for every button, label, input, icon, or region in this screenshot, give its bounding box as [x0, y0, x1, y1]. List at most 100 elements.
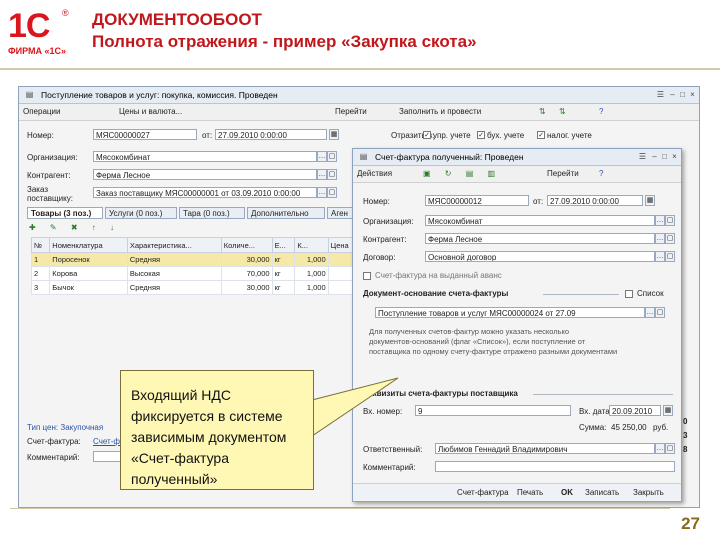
column-header[interactable]: Номенклатура: [49, 237, 128, 253]
tab-goods[interactable]: Товары (3 поз.): [27, 207, 103, 219]
table-cell: кг: [271, 252, 296, 267]
column-header[interactable]: Количе...: [220, 237, 273, 253]
menu-icon[interactable]: ☰: [638, 152, 647, 161]
tax-accounting-checkbox[interactable]: ✓: [537, 131, 545, 139]
open-button[interactable]: ▢: [665, 443, 675, 454]
organization-field[interactable]: Мясокомбинат: [425, 215, 655, 226]
operations-menu[interactable]: Операции: [23, 107, 60, 116]
open-button[interactable]: ▢: [665, 215, 675, 226]
incoming-date-label: Вх. дата:: [579, 407, 612, 416]
open-button[interactable]: ▢: [327, 169, 337, 180]
responsible-field[interactable]: Любимов Геннадий Владимирович: [435, 443, 655, 454]
tax-accounting-label: налог. учете: [547, 131, 592, 140]
list-checkbox[interactable]: [625, 290, 633, 298]
close-icon[interactable]: ×: [688, 90, 697, 99]
values-column: 8: [683, 445, 688, 454]
open-button[interactable]: ▢: [327, 151, 337, 162]
organization-label: Организация:: [27, 153, 78, 162]
date-label: от:: [533, 197, 544, 206]
maximize-icon[interactable]: □: [678, 90, 687, 99]
contract-field[interactable]: Основной договор: [425, 251, 655, 262]
minimize-icon[interactable]: –: [650, 152, 659, 161]
logo-firma: ФИРМА «1С»: [8, 46, 67, 56]
minimize-icon[interactable]: –: [668, 90, 677, 99]
column-header[interactable]: №: [30, 237, 51, 253]
supplier-order-field[interactable]: Заказ поставщику МЯС00000001 от 03.09.20…: [93, 187, 317, 198]
table-cell: 30,000: [220, 280, 273, 295]
goods-table: № Номенклатура Характеристика... Количе.…: [30, 237, 362, 295]
toolbar-icons[interactable]: ▣ ↻ ▤ ▥: [423, 169, 501, 178]
select-button[interactable]: …: [655, 251, 665, 262]
select-button[interactable]: …: [317, 151, 327, 162]
goto-menu[interactable]: Перейти: [547, 169, 579, 178]
prices-button[interactable]: Цены и валюта...: [119, 107, 182, 116]
open-button[interactable]: ▢: [327, 187, 337, 198]
number-field[interactable]: МЯС00000027: [93, 129, 197, 140]
page-number: 27: [681, 514, 700, 533]
dt-kt-icon[interactable]: ⇅: [539, 107, 546, 116]
open-button[interactable]: ▢: [665, 233, 675, 244]
tab-additional[interactable]: Дополнительно: [247, 207, 325, 219]
section-divider: [533, 394, 673, 395]
select-button[interactable]: …: [655, 443, 665, 454]
column-header[interactable]: Е...: [271, 237, 296, 253]
supplier-order-label: Заказ поставщику:: [27, 185, 73, 203]
calendar-icon[interactable]: ▦: [645, 195, 655, 206]
column-header[interactable]: К...: [294, 237, 329, 253]
menu-icon[interactable]: ☰: [656, 90, 665, 99]
incoming-number-field[interactable]: 9: [415, 405, 571, 416]
tab-containers[interactable]: Тара (0 поз.): [179, 207, 245, 219]
select-button[interactable]: …: [655, 215, 665, 226]
table-cell: 30,000: [220, 252, 273, 267]
column-header[interactable]: Характеристика...: [126, 237, 222, 253]
tab-services[interactable]: Услуги (0 поз.): [105, 207, 177, 219]
window-title: Счет-фактура полученный: Проведен: [375, 152, 524, 162]
help-icon[interactable]: ?: [599, 107, 603, 116]
calendar-icon[interactable]: ▦: [663, 405, 673, 416]
date-field[interactable]: 27.09.2010 0:00:00: [547, 195, 643, 206]
table-row[interactable]: 3 Бычок Средняя 30,000 кг 1,000 1: [30, 280, 362, 295]
ok-button[interactable]: OK: [561, 488, 573, 497]
goto-menu[interactable]: Перейти: [335, 107, 367, 116]
fill-post-button[interactable]: Заполнить и провести: [399, 107, 481, 116]
mgmt-accounting-checkbox[interactable]: ✓: [423, 131, 431, 139]
close-icon[interactable]: ×: [670, 152, 679, 161]
select-button[interactable]: …: [645, 307, 655, 318]
bookkeeping-checkbox[interactable]: ✓: [477, 131, 485, 139]
select-button[interactable]: …: [317, 187, 327, 198]
organization-field[interactable]: Мясокомбинат: [93, 151, 317, 162]
help-icon[interactable]: ?: [599, 169, 603, 178]
advance-checkbox[interactable]: [363, 272, 371, 280]
table-cell: Средняя: [126, 280, 222, 295]
date-field[interactable]: 27.09.2010 0:00:00: [215, 129, 327, 140]
select-button[interactable]: …: [317, 169, 327, 180]
number-field[interactable]: МЯС00000012: [425, 195, 529, 206]
contract-label: Договор:: [363, 253, 396, 262]
invoice-print-button[interactable]: Счет-фактура: [457, 488, 509, 497]
print-button[interactable]: Печать: [517, 488, 543, 497]
open-button[interactable]: ▢: [665, 251, 675, 262]
callout-text: Входящий НДС фиксируется в системе завис…: [131, 387, 287, 487]
section-divider: [543, 294, 619, 295]
open-button[interactable]: ▢: [655, 307, 665, 318]
table-cell: 1,000: [294, 266, 329, 281]
slide-subtitle: Полнота отражения - пример «Закупка скот…: [92, 32, 477, 51]
table-row[interactable]: 2 Корова Высокая 70,000 кг 1,000 5: [30, 266, 362, 281]
header-divider: [0, 68, 720, 70]
table-cell: 1: [30, 252, 51, 267]
calendar-icon[interactable]: ▦: [329, 129, 339, 140]
select-button[interactable]: …: [655, 233, 665, 244]
dt-kt-icon-2[interactable]: ⇅: [559, 107, 566, 116]
actions-menu[interactable]: Действия: [357, 169, 392, 178]
comment-field[interactable]: [435, 461, 675, 472]
counterparty-field[interactable]: Ферма Лесное: [93, 169, 317, 180]
basis-document-field[interactable]: Поступление товаров и услуг МЯС00000024 …: [375, 307, 645, 318]
save-button[interactable]: Записать: [585, 488, 619, 497]
list-label: Список: [637, 289, 664, 298]
close-button[interactable]: Закрыть: [633, 488, 664, 497]
maximize-icon[interactable]: □: [660, 152, 669, 161]
incoming-date-field[interactable]: 20.09.2010: [609, 405, 661, 416]
price-type-label[interactable]: Тип цен: Закупочная: [27, 423, 103, 432]
table-row[interactable]: 1 Поросенок Средняя 30,000 кг 1,000 1: [30, 252, 362, 267]
counterparty-field[interactable]: Ферма Лесное: [425, 233, 655, 244]
